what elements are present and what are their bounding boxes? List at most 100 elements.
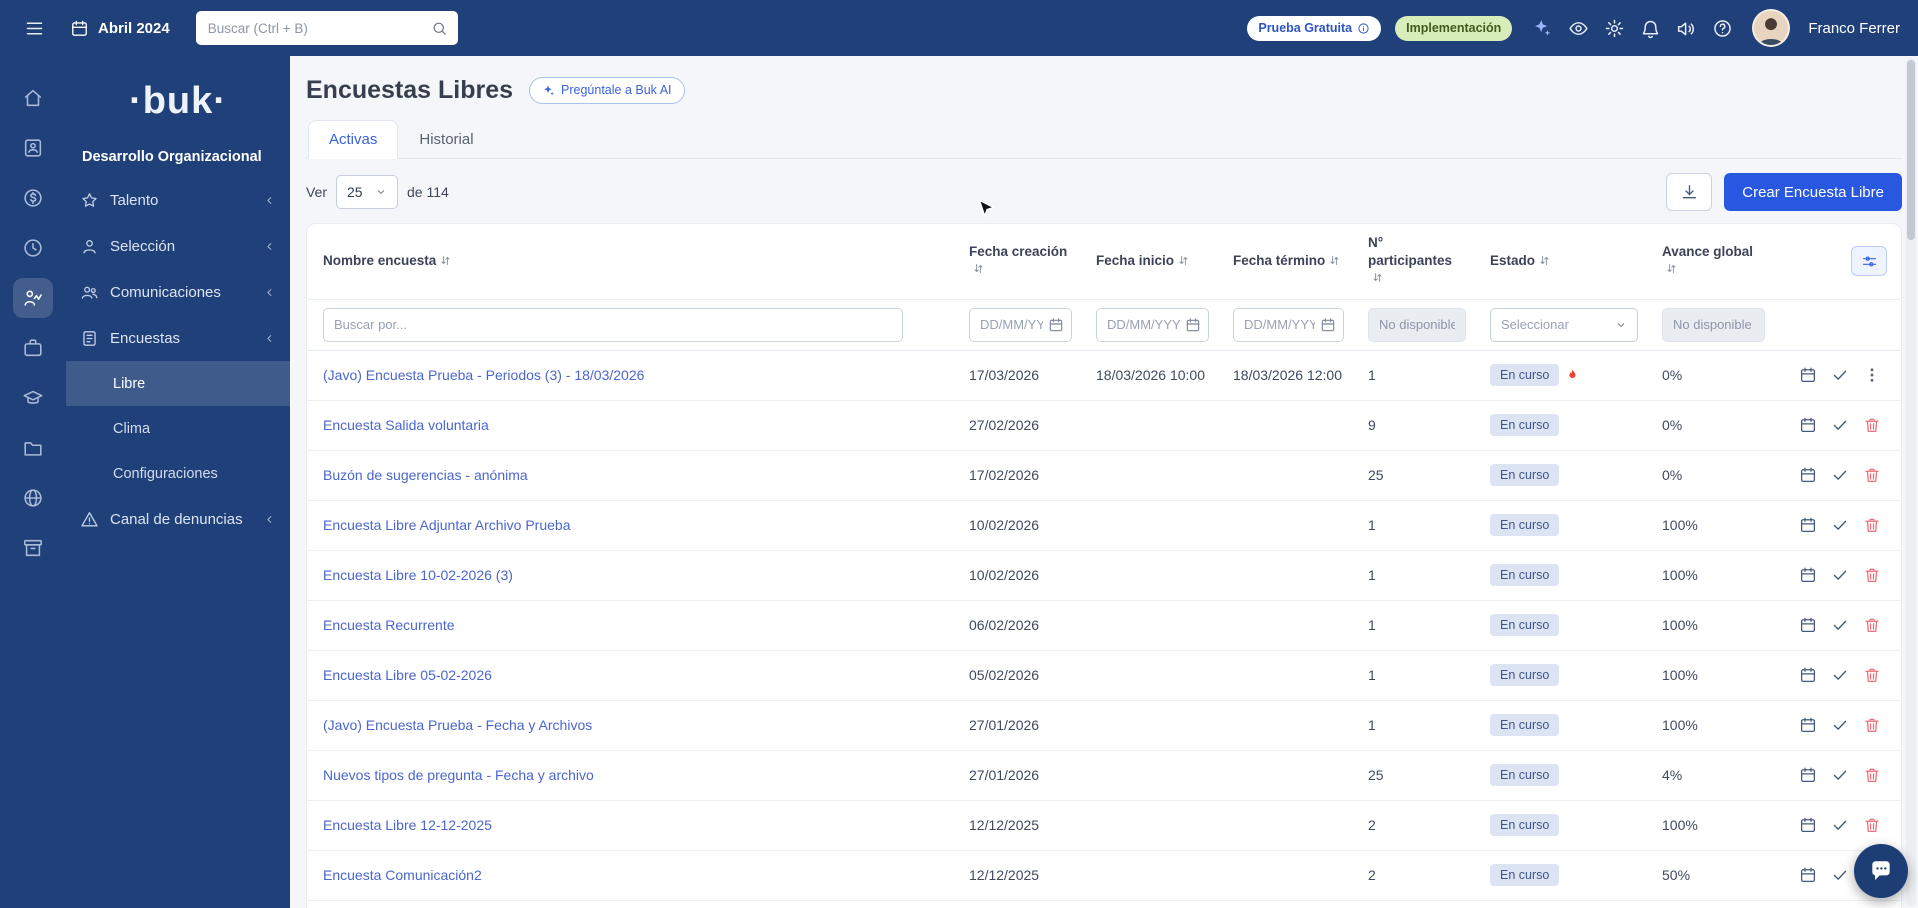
schedule-button[interactable]	[1793, 510, 1823, 540]
kebab-menu-icon	[1863, 366, 1881, 384]
delete-button[interactable]	[1857, 760, 1887, 790]
rail-item-people[interactable]	[13, 128, 53, 168]
sort-icon[interactable]	[1177, 254, 1190, 272]
survey-link[interactable]: Encuesta Comunicación2	[323, 867, 945, 883]
sidebar-subitem-libre[interactable]: Libre	[66, 361, 290, 406]
finish-survey-button[interactable]	[1825, 660, 1855, 690]
rail-item-training[interactable]	[13, 378, 53, 418]
schedule-button[interactable]	[1793, 810, 1823, 840]
tab-activas[interactable]: Activas	[308, 120, 399, 159]
cell-avance: 100%	[1662, 817, 1698, 834]
schedule-button[interactable]	[1793, 360, 1823, 390]
survey-link[interactable]: (Javo) Encuesta Prueba - Fecha y Archivo…	[323, 717, 945, 733]
delete-button[interactable]	[1857, 410, 1887, 440]
tab-historial[interactable]: Historial	[398, 120, 494, 159]
schedule-button[interactable]	[1793, 710, 1823, 740]
filter-estado-select[interactable]: Seleccionar	[1490, 307, 1638, 342]
schedule-button[interactable]	[1793, 760, 1823, 790]
filter-fecha-termino-input[interactable]	[1233, 307, 1344, 342]
trial-badge[interactable]: Prueba Gratuita	[1247, 15, 1382, 41]
delete-button[interactable]	[1857, 810, 1887, 840]
create-survey-button[interactable]: Crear Encuesta Libre	[1724, 173, 1902, 211]
finish-survey-button[interactable]	[1825, 610, 1855, 640]
scrollbar-thumb[interactable]	[1907, 60, 1915, 240]
sort-icon[interactable]	[972, 262, 985, 280]
settings-button[interactable]	[1598, 12, 1630, 44]
finish-survey-button[interactable]	[1825, 860, 1855, 890]
sort-icon[interactable]	[1328, 254, 1341, 272]
rail-item-portal[interactable]	[13, 478, 53, 518]
finish-survey-button[interactable]	[1825, 560, 1855, 590]
survey-link[interactable]: Encuesta Libre 12-12-2025	[323, 817, 945, 833]
help-button[interactable]	[1706, 12, 1738, 44]
delete-button[interactable]	[1857, 460, 1887, 490]
survey-link[interactable]: Nuevos tipos de pregunta - Fecha y archi…	[323, 767, 945, 783]
survey-link[interactable]: Buzón de sugerencias - anónima	[323, 467, 945, 483]
cell-participantes: 1	[1368, 717, 1376, 734]
sidebar-item-encuestas[interactable]: Encuestas	[66, 315, 290, 361]
hamburger-menu-button[interactable]	[18, 12, 50, 44]
survey-link[interactable]: Encuesta Salida voluntaria	[323, 417, 945, 433]
chat-widget-button[interactable]	[1854, 844, 1908, 898]
finish-survey-button[interactable]	[1825, 460, 1855, 490]
filter-name-input[interactable]	[323, 307, 903, 342]
filter-fecha-creacion-input[interactable]	[969, 307, 1072, 342]
rail-item-talent[interactable]	[13, 278, 53, 318]
global-search-input[interactable]	[205, 19, 423, 37]
finish-survey-button[interactable]	[1825, 360, 1855, 390]
column-settings-button[interactable]	[1851, 246, 1887, 277]
rail-item-remunerations[interactable]	[13, 178, 53, 218]
sort-icon[interactable]	[439, 254, 452, 272]
sort-icon[interactable]	[1371, 271, 1384, 289]
schedule-button[interactable]	[1793, 860, 1823, 890]
period-selector[interactable]: Abril 2024	[64, 18, 176, 39]
survey-link[interactable]: Encuesta Libre 05-02-2026	[323, 667, 945, 683]
rail-item-documents[interactable]	[13, 428, 53, 468]
delete-button[interactable]	[1857, 660, 1887, 690]
schedule-button[interactable]	[1793, 460, 1823, 490]
finish-survey-button[interactable]	[1825, 760, 1855, 790]
user-name[interactable]: Franco Ferrer	[1808, 20, 1900, 37]
schedule-button[interactable]	[1793, 610, 1823, 640]
sidebar-item-talento[interactable]: Talento	[66, 177, 290, 223]
delete-button[interactable]	[1857, 610, 1887, 640]
sidebar-subitem-clima[interactable]: Clima	[66, 406, 290, 451]
schedule-button[interactable]	[1793, 410, 1823, 440]
ask-buk-ai-button[interactable]: Pregúntale a Buk AI	[529, 76, 685, 104]
sort-icon[interactable]	[1665, 262, 1678, 280]
implementation-badge[interactable]: Implementación	[1395, 15, 1513, 41]
avatar[interactable]	[1752, 9, 1791, 47]
sidebar-item-canal-denuncias[interactable]: Canal de denuncias	[66, 496, 290, 542]
delete-button[interactable]	[1857, 560, 1887, 590]
finish-survey-button[interactable]	[1825, 510, 1855, 540]
delete-button[interactable]	[1857, 710, 1887, 740]
rail-item-assets[interactable]	[13, 528, 53, 568]
survey-link[interactable]: Encuesta Recurrente	[323, 617, 945, 633]
page-size-select[interactable]: 25	[336, 175, 399, 209]
preview-button[interactable]	[1562, 12, 1594, 44]
kebab-menu-button[interactable]	[1857, 360, 1887, 390]
survey-link[interactable]: Encuesta Libre 10-02-2026 (3)	[323, 567, 945, 583]
filter-fecha-inicio-input[interactable]	[1096, 307, 1209, 342]
finish-survey-button[interactable]	[1825, 710, 1855, 740]
finish-survey-button[interactable]	[1825, 410, 1855, 440]
notifications-button[interactable]	[1634, 12, 1666, 44]
sidebar-item-comunicaciones[interactable]: Comunicaciones	[66, 269, 290, 315]
schedule-button[interactable]	[1793, 560, 1823, 590]
announcements-button[interactable]	[1670, 12, 1702, 44]
rail-item-jobs[interactable]	[13, 328, 53, 368]
sidebar-subitem-configuraciones[interactable]: Configuraciones	[66, 451, 290, 496]
finish-survey-button[interactable]	[1825, 810, 1855, 840]
rail-item-time[interactable]	[13, 228, 53, 268]
survey-link[interactable]: (Javo) Encuesta Prueba - Periodos (3) - …	[323, 367, 945, 383]
delete-button[interactable]	[1857, 510, 1887, 540]
rail-item-home[interactable]	[13, 78, 53, 118]
schedule-button[interactable]	[1793, 660, 1823, 690]
buk-logo[interactable]: ·buk·	[66, 80, 290, 123]
buk-ai-button[interactable]	[1526, 12, 1558, 44]
global-search[interactable]	[195, 11, 458, 45]
download-button[interactable]	[1666, 173, 1713, 211]
sort-icon[interactable]	[1538, 254, 1551, 272]
sidebar-item-seleccion[interactable]: Selección	[66, 223, 290, 269]
survey-link[interactable]: Encuesta Libre Adjuntar Archivo Prueba	[323, 517, 945, 533]
